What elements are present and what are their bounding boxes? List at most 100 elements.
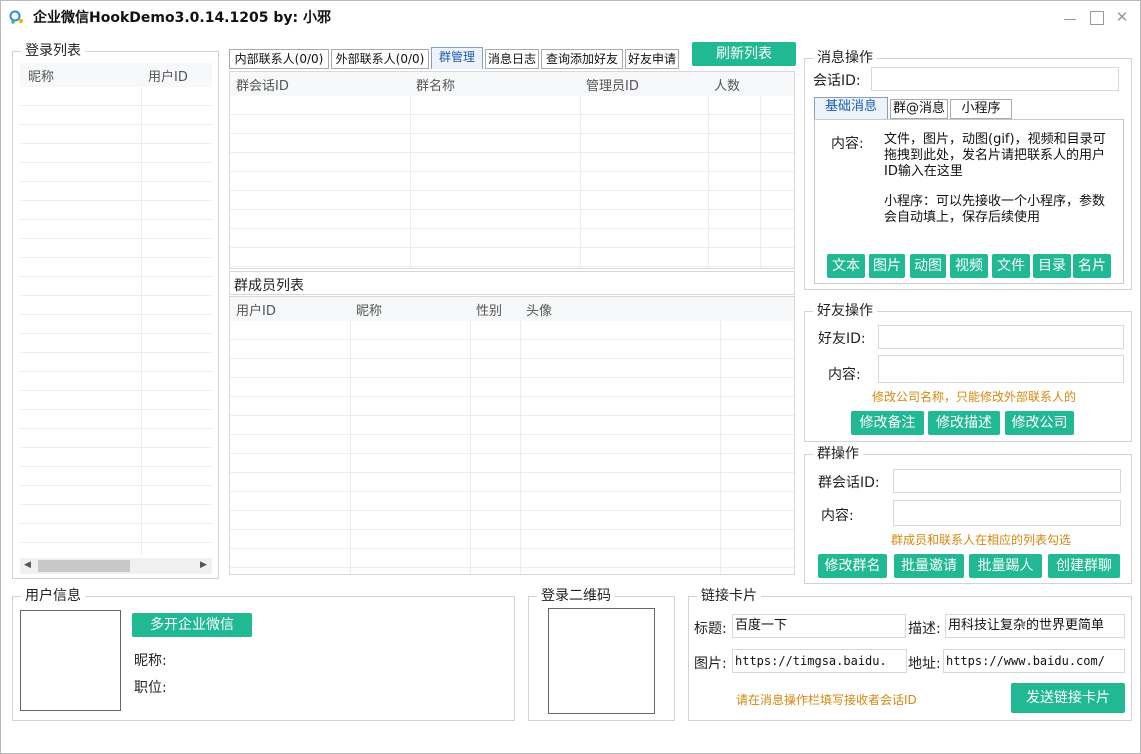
card-desc-label: 描述: <box>908 621 941 637</box>
edit-description-button[interactable]: 修改描述 <box>928 411 1000 435</box>
group-ops-hint: 群成员和联系人在相应的列表勾选 <box>891 533 1072 547</box>
login-list-header: 昵称 用户ID <box>20 63 212 87</box>
login-qr-group: 登录二维码 <box>528 588 675 721</box>
group-ops-title: 群操作 <box>813 446 863 462</box>
col-member-nickname[interactable]: 昵称 <box>356 300 382 319</box>
tab-external-contacts[interactable]: 外部联系人(0/0) <box>331 49 429 69</box>
tab-basic-message[interactable]: 基础消息 <box>814 97 888 119</box>
tab-message-log[interactable]: 消息日志 <box>485 49 539 69</box>
col-group-name[interactable]: 群名称 <box>416 75 455 94</box>
card-title-label: 标题: <box>694 621 727 637</box>
scroll-right-icon[interactable]: ▶ <box>200 560 207 570</box>
group-content-label: 内容: <box>821 508 854 524</box>
avatar <box>20 610 121 711</box>
close-button[interactable]: ✕ <box>1113 8 1131 26</box>
content-help-text-miniprogram: 小程序：可以先接收一个小程序，参数会自动填上，保存后续使用 <box>884 194 1106 225</box>
user-info-title: 用户信息 <box>21 588 85 604</box>
send-card-button[interactable]: 名片 <box>1073 254 1111 278</box>
user-position-label: 职位: <box>134 680 167 696</box>
message-ops-title: 消息操作 <box>813 50 877 66</box>
content-label: 内容: <box>831 136 864 152</box>
batch-invite-button[interactable]: 批量邀请 <box>894 554 964 578</box>
group-table-header: 群会话ID 群名称 管理员ID 人数 <box>230 72 794 96</box>
content-help-text-files: 文件，图片，动图(gif)，视频和目录可拖拽到此处，发名片请把联系人的用户ID输… <box>884 132 1106 179</box>
main-window: 企业微信HookDemo3.0.14.1205 by: 小邪 ✕ 登录列表 昵称… <box>0 0 1141 754</box>
group-table-rows[interactable] <box>230 96 794 268</box>
member-table[interactable]: 用户ID 昵称 性别 头像 <box>229 296 795 575</box>
login-list-rows[interactable] <box>20 87 212 555</box>
title-bar: 企业微信HookDemo3.0.14.1205 by: 小邪 ✕ <box>1 1 1140 33</box>
send-image-button[interactable]: 图片 <box>869 254 905 278</box>
col-member-count[interactable]: 人数 <box>714 75 740 94</box>
session-id-label: 会话ID: <box>813 73 861 89</box>
tab-mini-program[interactable]: 小程序 <box>950 99 1012 119</box>
scroll-thumb[interactable] <box>38 560 130 572</box>
tab-search-add-friend[interactable]: 查询添加好友 <box>541 49 623 69</box>
col-user-id[interactable]: 用户ID <box>148 66 188 85</box>
link-card-group: 链接卡片 标题: 百度一下 描述: 用科技让复杂的世界更简单 图片: https… <box>688 588 1132 721</box>
link-card-title: 链接卡片 <box>697 588 761 604</box>
minimize-button[interactable] <box>1061 8 1079 26</box>
wecom-logo-icon <box>9 10 24 24</box>
create-group-button[interactable]: 创建群聊 <box>1048 554 1120 578</box>
tab-friend-requests[interactable]: 好友申请 <box>625 49 679 69</box>
card-title-input[interactable]: 百度一下 <box>732 614 906 638</box>
login-list-title: 登录列表 <box>21 43 85 59</box>
send-text-button[interactable]: 文本 <box>827 254 865 278</box>
group-ops-group: 群操作 群会话ID: 内容: 群成员和联系人在相应的列表勾选 修改群名 批量邀请… <box>804 446 1132 584</box>
login-list-hscrollbar[interactable]: ◀ ▶ <box>20 558 212 574</box>
send-gif-button[interactable]: 动图 <box>910 254 946 278</box>
friend-content-label: 内容: <box>828 367 861 383</box>
group-table[interactable]: 群会话ID 群名称 管理员ID 人数 <box>229 71 795 269</box>
tab-group-management[interactable]: 群管理 <box>431 47 483 69</box>
edit-company-button[interactable]: 修改公司 <box>1005 411 1074 435</box>
friend-id-label: 好友ID: <box>818 331 866 347</box>
link-card-hint: 请在消息操作栏填写接收者会话ID <box>736 693 917 707</box>
multi-open-wecom-button[interactable]: 多开企业微信 <box>132 613 252 637</box>
col-nickname[interactable]: 昵称 <box>28 66 54 85</box>
friend-id-input[interactable] <box>878 325 1124 349</box>
col-member-user-id[interactable]: 用户ID <box>236 300 276 319</box>
friend-ops-hint: 修改公司名称，只能修改外部联系人的 <box>872 390 1077 404</box>
col-member-avatar[interactable]: 头像 <box>526 300 552 319</box>
tab-internal-contacts[interactable]: 内部联系人(0/0) <box>229 49 329 69</box>
send-video-button[interactable]: 视频 <box>950 254 988 278</box>
send-link-card-button[interactable]: 发送链接卡片 <box>1011 683 1125 713</box>
maximize-button[interactable] <box>1087 8 1105 26</box>
card-url-label: 地址: <box>908 656 941 672</box>
message-tabs: 基础消息 群@消息 小程序 <box>814 97 1064 121</box>
user-nickname-label: 昵称: <box>134 653 167 669</box>
col-admin-id[interactable]: 管理员ID <box>586 75 639 94</box>
user-info-group: 用户信息 多开企业微信 昵称: 职位: <box>12 588 515 721</box>
send-directory-button[interactable]: 目录 <box>1033 254 1071 278</box>
scroll-left-icon[interactable]: ◀ <box>24 560 31 570</box>
refresh-list-button[interactable]: 刷新列表 <box>692 42 796 66</box>
member-table-header: 用户ID 昵称 性别 头像 <box>230 297 794 321</box>
edit-remark-button[interactable]: 修改备注 <box>851 411 924 435</box>
card-desc-input[interactable]: 用科技让复杂的世界更简单 <box>945 614 1125 638</box>
friend-ops-title: 好友操作 <box>813 303 877 319</box>
group-session-id-input[interactable] <box>893 469 1121 493</box>
member-list-caption: 群成员列表 <box>229 271 795 295</box>
card-url-input[interactable]: https://www.baidu.com/ <box>943 649 1125 673</box>
card-image-input[interactable]: https://timgsa.baidu. <box>732 649 907 673</box>
session-id-input[interactable] <box>871 67 1119 91</box>
group-session-id-label: 群会话ID: <box>818 475 880 491</box>
col-member-gender[interactable]: 性别 <box>476 300 502 319</box>
member-table-rows[interactable] <box>230 321 794 574</box>
tab-group-at-message[interactable]: 群@消息 <box>890 99 948 119</box>
send-file-button[interactable]: 文件 <box>992 254 1030 278</box>
login-qr-image <box>548 608 655 714</box>
rename-group-button[interactable]: 修改群名 <box>818 554 887 578</box>
window-title: 企业微信HookDemo3.0.14.1205 by: 小邪 <box>33 10 331 26</box>
login-qr-title: 登录二维码 <box>537 588 615 604</box>
login-list-group: 登录列表 昵称 用户ID ◀ ▶ <box>12 43 219 579</box>
group-content-input[interactable] <box>893 500 1121 526</box>
message-content-textarea[interactable]: 文件，图片，动图(gif)，视频和目录可拖拽到此处，发名片请把联系人的用户ID输… <box>884 132 1110 246</box>
message-ops-group: 消息操作 会话ID: 基础消息 群@消息 小程序 内容: 文件，图片，动图(gi… <box>804 50 1132 290</box>
col-group-session-id[interactable]: 群会话ID <box>236 75 289 94</box>
card-image-label: 图片: <box>694 656 727 672</box>
friend-content-input[interactable] <box>878 355 1124 383</box>
login-list-grid[interactable]: 昵称 用户ID <box>20 63 212 555</box>
batch-kick-button[interactable]: 批量踢人 <box>969 554 1042 578</box>
